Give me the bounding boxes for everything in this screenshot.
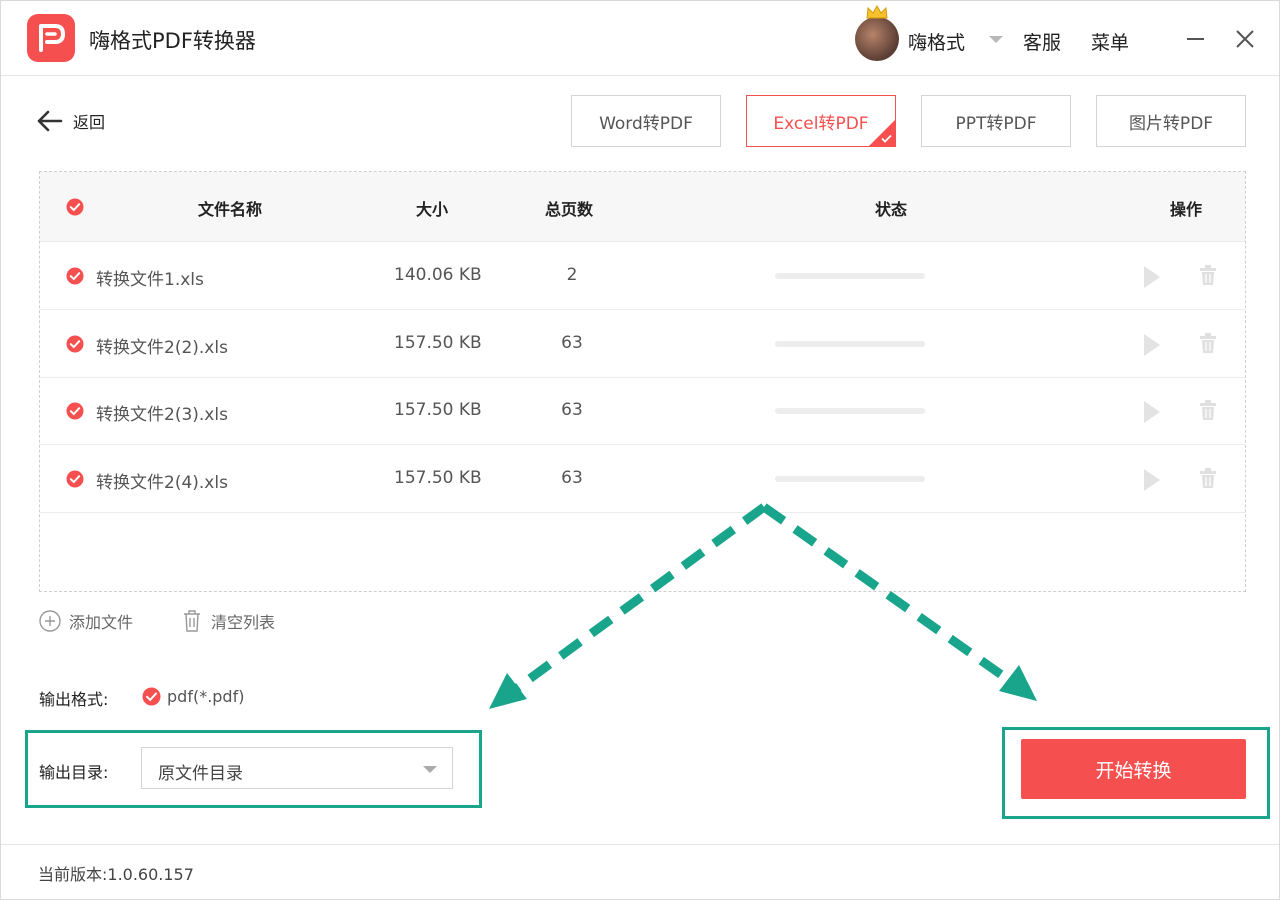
tab-word-to-pdf[interactable]: Word转PDF — [571, 95, 721, 147]
progress-bar — [775, 273, 925, 279]
header-size: 大小 — [416, 200, 449, 219]
close-icon[interactable] — [1235, 29, 1255, 49]
trash-icon[interactable] — [1199, 399, 1217, 421]
header-actions: 操作 — [1170, 200, 1203, 219]
service-link[interactable]: 客服 — [1023, 28, 1061, 55]
table-row: 转换文件2(2).xls 157.50 KB 63 — [40, 310, 1245, 378]
check-circle-icon[interactable] — [66, 267, 84, 285]
table-header: 文件名称 大小 总页数 状态 操作 — [40, 172, 1245, 242]
file-size: 157.50 KB — [394, 332, 482, 353]
table-row: 转换文件2(3).xls 157.50 KB 63 — [40, 377, 1245, 445]
table-row: 转换文件2(4).xls 157.50 KB 63 — [40, 445, 1245, 513]
output-format-value: pdf(*.pdf) — [167, 687, 245, 706]
file-table: 文件名称 大小 总页数 状态 操作 转换文件1.xls 140.06 KB 2 转换文… — [39, 171, 1246, 592]
file-name: 转换文件1.xls — [96, 270, 204, 290]
check-circle-icon[interactable] — [66, 198, 84, 216]
username[interactable]: 嗨格式 — [908, 28, 965, 55]
back-button[interactable]: 返回 — [37, 109, 105, 133]
tab-label: 图片转PDF — [1128, 113, 1214, 134]
tab-excel-to-pdf[interactable]: Excel转PDF — [746, 95, 896, 147]
file-name: 转换文件2(3).xls — [96, 405, 228, 425]
file-pages: 63 — [561, 332, 583, 353]
file-size: 140.06 KB — [394, 265, 482, 285]
add-files-label: 添加文件 — [69, 613, 134, 632]
play-icon[interactable] — [1144, 401, 1160, 423]
tab-image-to-pdf[interactable]: 图片转PDF — [1096, 95, 1246, 147]
check-circle-icon[interactable] — [142, 687, 161, 706]
minimize-icon[interactable] — [1187, 38, 1204, 40]
version-text: 当前版本:1.0.60.157 — [38, 865, 194, 884]
crown-icon — [866, 5, 888, 19]
play-icon[interactable] — [1144, 468, 1160, 491]
app-logo-icon — [27, 14, 75, 62]
check-circle-icon[interactable] — [66, 335, 84, 353]
header-name: 文件名称 — [198, 200, 263, 219]
start-convert-label: 开始转换 — [1095, 759, 1172, 782]
play-icon[interactable] — [1144, 333, 1160, 356]
file-size: 157.50 KB — [394, 400, 482, 420]
avatar[interactable] — [855, 17, 899, 61]
chevron-down-icon — [423, 766, 437, 773]
output-dir-label: 输出目录: — [39, 763, 109, 782]
tab-label: Word转PDF — [599, 113, 693, 134]
trash-icon[interactable] — [1199, 467, 1217, 489]
trash-icon[interactable] — [1199, 264, 1217, 286]
title-bar: 嗨格式PDF转换器 嗨格式 客服 菜单 — [1, 1, 1279, 76]
app-window: 嗨格式PDF转换器 嗨格式 客服 菜单 返回 Word转PDF Excel转PD… — [0, 0, 1280, 900]
plus-circle-icon — [39, 610, 61, 632]
progress-bar — [775, 408, 925, 414]
app-title: 嗨格式PDF转换器 — [89, 29, 256, 53]
start-convert-button[interactable]: 开始转换 — [1021, 739, 1246, 799]
tab-ppt-to-pdf[interactable]: PPT转PDF — [921, 95, 1071, 147]
play-icon[interactable] — [1144, 266, 1160, 288]
clear-list-button[interactable]: 清空列表 — [181, 609, 275, 633]
check-icon — [881, 134, 892, 143]
clear-list-label: 清空列表 — [211, 613, 276, 632]
file-name: 转换文件2(2).xls — [96, 337, 228, 358]
back-label: 返回 — [73, 113, 106, 132]
file-name: 转换文件2(4).xls — [96, 472, 228, 493]
file-size: 157.50 KB — [394, 467, 482, 488]
output-dir-value: 原文件目录 — [158, 764, 243, 784]
check-circle-icon[interactable] — [66, 470, 84, 488]
arrow-left-icon — [37, 110, 63, 132]
header-pages: 总页数 — [545, 200, 594, 219]
tab-label: Excel转PDF — [773, 113, 869, 134]
progress-bar — [775, 340, 925, 347]
output-format-label: 输出格式: — [39, 690, 109, 709]
trash-icon[interactable] — [1199, 332, 1217, 354]
check-circle-icon[interactable] — [66, 402, 84, 420]
table-row: 转换文件1.xls 140.06 KB 2 — [40, 242, 1245, 310]
progress-bar — [775, 475, 925, 482]
file-pages: 2 — [566, 265, 578, 285]
tab-label: PPT转PDF — [955, 113, 1037, 134]
file-pages: 63 — [561, 400, 583, 420]
output-dir-select[interactable]: 原文件目录 — [141, 747, 453, 789]
menu-link[interactable]: 菜单 — [1091, 28, 1129, 55]
add-files-button[interactable]: 添加文件 — [39, 609, 133, 633]
file-pages: 63 — [561, 467, 583, 488]
footer-divider — [1, 844, 1279, 845]
header-status: 状态 — [875, 200, 908, 219]
chevron-down-icon[interactable] — [989, 36, 1003, 43]
trash-icon — [184, 610, 200, 632]
